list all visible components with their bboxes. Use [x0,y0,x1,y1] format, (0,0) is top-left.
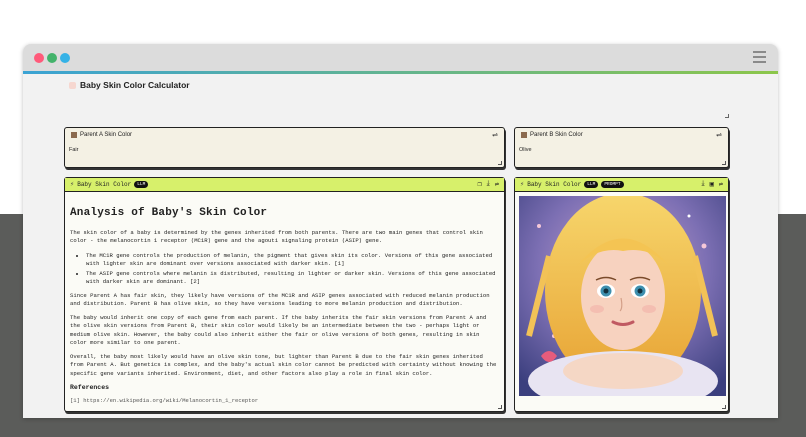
title-bar [23,44,778,71]
text-output-node: ⚡ Baby Skin Color LLM ❐ ⤓ ⇌ Analysis of … [64,177,505,412]
parent-b-field[interactable]: Olive [515,141,728,153]
bolt-icon: ⚡ [70,181,75,189]
analysis-content: Analysis of Baby's Skin Color The skin c… [65,192,504,416]
paragraph: The skin color of a baby is determined b… [70,229,483,245]
resize-handle-icon[interactable] [498,405,502,409]
menu-icon[interactable] [753,51,766,63]
text-output-title: Baby Skin Color [77,181,132,188]
settings-icon[interactable]: ⇌ [719,180,723,189]
parent-a-input-node: Parent A Skin Color ⇌ Fair [64,127,505,168]
settings-icon[interactable]: ⇌ [495,180,499,189]
accent-stripe [23,71,778,74]
page-title: Baby Skin Color Calculator [69,80,190,90]
parent-b-header: Parent B Skin Color ⇌ [515,128,728,141]
paragraph: The baby would inherit one copy of each … [70,314,487,346]
settings-icon[interactable]: ⇌ [716,131,722,139]
references-heading: References [70,383,110,391]
resize-handle-icon[interactable] [725,114,729,118]
parent-a-header: Parent A Skin Color ⇌ [65,128,504,141]
analysis-heading: Analysis of Baby's Skin Color [70,207,268,219]
copy-icon[interactable]: ❐ [477,180,481,189]
image-output-header: ⚡ Baby Skin Color LLM PROMPT ⤓ ▣ ⇌ [515,178,728,192]
resize-handle-icon[interactable] [498,161,502,165]
parent-a-field[interactable]: Fair [65,141,504,153]
resize-handle-icon[interactable] [722,161,726,165]
page-title-text: Baby Skin Color Calculator [80,80,190,90]
download-icon[interactable]: ⤓ [487,180,490,189]
close-window-dot[interactable] [34,53,44,63]
llm-badge: LLM [584,181,599,188]
app-icon [69,81,76,89]
list-item: The ASIP gene controls where melanin is … [86,270,499,287]
download-icon[interactable]: ⤓ [701,180,704,189]
generated-portrait-image [519,196,726,396]
reference-link[interactable]: [1] https://en.wikipedia.org/wiki/Melano… [70,397,499,404]
prompt-badge: PROMPT [601,181,624,188]
image-icon[interactable]: ▣ [710,180,714,189]
gene-list: The MC1R gene controls the production of… [86,252,499,287]
skin-swatch-icon [71,131,77,138]
parent-b-label: Parent B Skin Color [530,131,583,138]
list-item: The MC1R gene controls the production of… [86,252,499,269]
minimize-window-dot[interactable] [47,53,57,63]
text-output-header: ⚡ Baby Skin Color LLM ❐ ⤓ ⇌ [65,178,504,192]
skin-swatch-icon [521,131,527,138]
paragraph: Overall, the baby most likely would have… [70,353,497,377]
llm-badge: LLM [134,181,149,188]
bolt-icon: ⚡ [520,181,525,189]
settings-icon[interactable]: ⇌ [492,131,498,139]
image-output-node: ⚡ Baby Skin Color LLM PROMPT ⤓ ▣ ⇌ [514,177,729,412]
parent-b-input-node: Parent B Skin Color ⇌ Olive [514,127,729,168]
image-output-title: Baby Skin Color [527,181,582,188]
paragraph: Since Parent A has fair skin, they likel… [70,291,490,307]
app-window: Baby Skin Color Calculator Parent A Skin… [23,44,778,418]
resize-handle-icon[interactable] [722,405,726,409]
parent-a-label: Parent A Skin Color [80,131,133,138]
maximize-window-dot[interactable] [60,53,70,63]
